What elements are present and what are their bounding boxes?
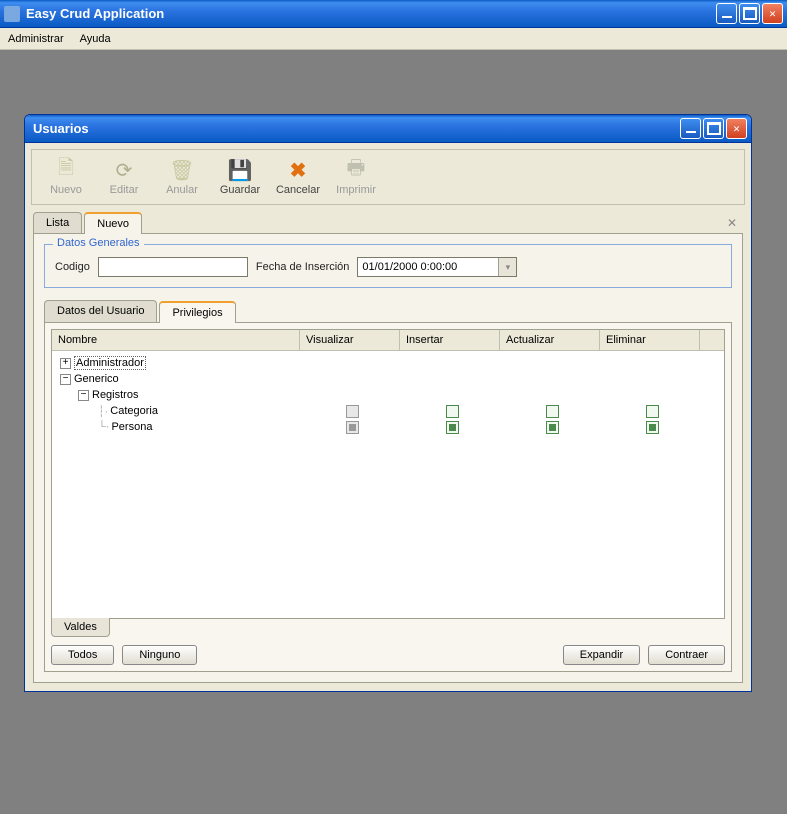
collapse-icon[interactable]: − bbox=[60, 374, 71, 385]
app-close-button[interactable] bbox=[762, 3, 783, 24]
anular-label: Anular bbox=[166, 184, 198, 196]
tree-label: Generico bbox=[74, 373, 119, 385]
menu-administrar[interactable]: Administrar bbox=[8, 33, 64, 45]
imprimir-button[interactable]: 🖶 Imprimir bbox=[334, 158, 378, 196]
main-tabs: Lista Nuevo ✕ bbox=[33, 211, 743, 233]
ninguno-button[interactable]: Ninguno bbox=[122, 645, 197, 665]
tab-nuevo[interactable]: Nuevo bbox=[84, 212, 142, 234]
col-nombre[interactable]: Nombre bbox=[52, 330, 300, 350]
child-window-usuarios: Usuarios 🗎 Nuevo ⟳ Editar 🗑 Anular � bbox=[24, 114, 752, 692]
datos-generales-legend: Datos Generales bbox=[53, 237, 144, 249]
toolbar: 🗎 Nuevo ⟳ Editar 🗑 Anular 💾 Guardar ✖ Ca… bbox=[31, 149, 745, 205]
child-close-button[interactable] bbox=[726, 118, 747, 139]
tree-connector-icon: ┆· bbox=[98, 405, 108, 418]
anular-button[interactable]: 🗑 Anular bbox=[160, 158, 204, 196]
guardar-label: Guardar bbox=[220, 184, 260, 196]
tree-row-registros[interactable]: − Registros bbox=[54, 387, 722, 403]
refresh-icon: ⟳ bbox=[110, 158, 138, 182]
tab-privilegios[interactable]: Privilegios bbox=[159, 301, 235, 323]
grid-header: Nombre Visualizar Insertar Actualizar El… bbox=[52, 330, 724, 351]
save-icon: 💾 bbox=[226, 158, 254, 182]
tree-row-categoria[interactable]: ┆· Categoria bbox=[54, 403, 722, 419]
imprimir-label: Imprimir bbox=[336, 184, 376, 196]
tab-panel-nuevo: Datos Generales Codigo Fecha de Inserció… bbox=[33, 233, 743, 683]
tree: + Administrador − Generico bbox=[52, 351, 724, 439]
checkbox-eliminar[interactable] bbox=[646, 421, 659, 434]
valdes-tab[interactable]: Valdes bbox=[51, 618, 110, 637]
mdi-client-area: Usuarios 🗎 Nuevo ⟳ Editar 🗑 Anular � bbox=[0, 50, 787, 814]
todos-button[interactable]: Todos bbox=[51, 645, 114, 665]
datos-generales-fieldset: Datos Generales Codigo Fecha de Inserció… bbox=[44, 244, 732, 288]
app-minimize-button[interactable] bbox=[716, 3, 737, 24]
contraer-button[interactable]: Contraer bbox=[648, 645, 725, 665]
child-title: Usuarios bbox=[33, 121, 680, 136]
child-maximize-button[interactable] bbox=[703, 118, 724, 139]
expand-icon[interactable]: + bbox=[60, 358, 71, 369]
expandir-button[interactable]: Expandir bbox=[563, 645, 640, 665]
fecha-insercion-input[interactable] bbox=[358, 258, 498, 276]
guardar-button[interactable]: 💾 Guardar bbox=[218, 158, 262, 196]
col-eliminar[interactable]: Eliminar bbox=[600, 330, 700, 350]
codigo-input[interactable] bbox=[98, 257, 248, 277]
collapse-icon[interactable]: − bbox=[78, 390, 89, 401]
tab-lista[interactable]: Lista bbox=[33, 212, 82, 233]
bottom-buttons: Todos Ninguno Expandir Contraer bbox=[51, 645, 725, 665]
nuevo-button[interactable]: 🗎 Nuevo bbox=[44, 158, 88, 196]
nuevo-label: Nuevo bbox=[50, 184, 82, 196]
app-title: Easy Crud Application bbox=[26, 6, 716, 21]
tree-label: Persona bbox=[111, 421, 152, 433]
col-visualizar[interactable]: Visualizar bbox=[300, 330, 400, 350]
tree-label: Administrador bbox=[74, 356, 146, 370]
tab-datos-usuario[interactable]: Datos del Usuario bbox=[44, 300, 157, 322]
checkbox-eliminar[interactable] bbox=[646, 405, 659, 418]
fecha-insercion-field: ▾ bbox=[357, 257, 517, 277]
checkbox-visualizar[interactable] bbox=[346, 405, 359, 418]
privilegios-grid: Nombre Visualizar Insertar Actualizar El… bbox=[51, 329, 725, 619]
date-dropdown-icon[interactable]: ▾ bbox=[498, 258, 516, 276]
privilegios-panel: Nombre Visualizar Insertar Actualizar El… bbox=[44, 322, 732, 672]
menubar: Administrar Ayuda bbox=[0, 28, 787, 50]
child-titlebar: Usuarios bbox=[25, 115, 751, 143]
col-actualizar[interactable]: Actualizar bbox=[500, 330, 600, 350]
tree-connector-icon: └· bbox=[98, 421, 109, 433]
cancel-icon: ✖ bbox=[284, 158, 312, 182]
fecha-insercion-label: Fecha de Inserción bbox=[256, 261, 350, 273]
new-document-icon: 🗎 bbox=[52, 158, 80, 182]
tree-label: Categoria bbox=[110, 405, 158, 417]
editar-label: Editar bbox=[110, 184, 139, 196]
tree-row-generico[interactable]: − Generico bbox=[54, 371, 722, 387]
tree-row-persona[interactable]: └· Persona bbox=[54, 419, 722, 435]
checkbox-actualizar[interactable] bbox=[546, 405, 559, 418]
checkbox-visualizar[interactable] bbox=[346, 421, 359, 434]
app-icon bbox=[4, 6, 20, 22]
checkbox-insertar[interactable] bbox=[446, 405, 459, 418]
tree-row-administrador[interactable]: + Administrador bbox=[54, 355, 722, 371]
col-insertar[interactable]: Insertar bbox=[400, 330, 500, 350]
codigo-label: Codigo bbox=[55, 261, 90, 273]
checkbox-actualizar[interactable] bbox=[546, 421, 559, 434]
cancelar-label: Cancelar bbox=[276, 184, 320, 196]
delete-document-icon: 🗑 bbox=[168, 158, 196, 182]
checkbox-insertar[interactable] bbox=[446, 421, 459, 434]
tab-close-icon[interactable]: ✕ bbox=[721, 213, 743, 233]
cancelar-button[interactable]: ✖ Cancelar bbox=[276, 158, 320, 196]
print-icon: 🖶 bbox=[342, 158, 370, 182]
inner-tabs: Datos del Usuario Privilegios bbox=[44, 300, 732, 322]
editar-button[interactable]: ⟳ Editar bbox=[102, 158, 146, 196]
menu-ayuda[interactable]: Ayuda bbox=[80, 33, 111, 45]
child-minimize-button[interactable] bbox=[680, 118, 701, 139]
app-maximize-button[interactable] bbox=[739, 3, 760, 24]
app-titlebar: Easy Crud Application bbox=[0, 0, 787, 28]
tree-label: Registros bbox=[92, 389, 138, 401]
